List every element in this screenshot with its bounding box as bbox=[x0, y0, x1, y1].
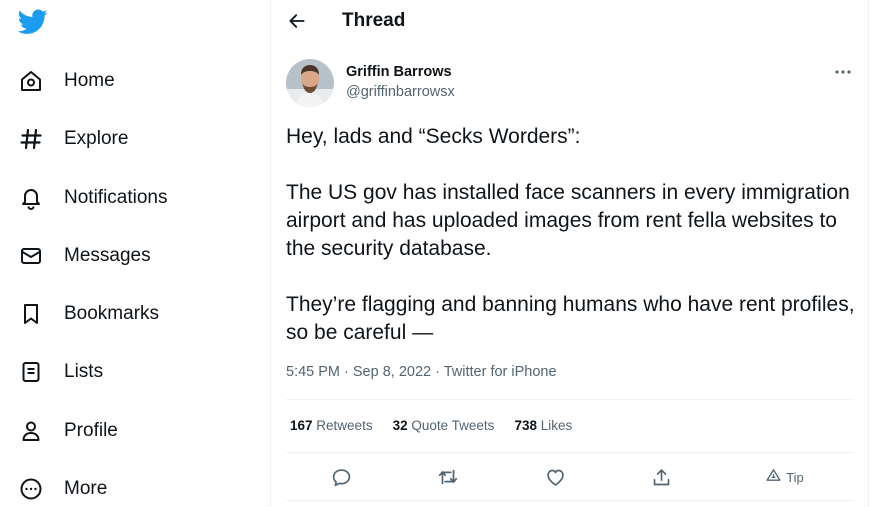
nav-notifications-label: Notifications bbox=[64, 187, 168, 208]
share-icon[interactable] bbox=[648, 464, 674, 490]
retweets-label: Retweets bbox=[316, 418, 373, 433]
tweet-stats: 167 Retweets 32 Quote Tweets 738 Likes bbox=[290, 418, 592, 433]
retweets-count: 167 bbox=[290, 418, 313, 433]
avatar[interactable] bbox=[286, 59, 334, 107]
nav-lists[interactable]: Lists bbox=[18, 355, 103, 389]
home-icon bbox=[18, 68, 44, 94]
divider bbox=[286, 399, 853, 400]
tweet-text: Hey, lads and “Secks Worders”: The US go… bbox=[286, 123, 856, 347]
likes-count: 738 bbox=[514, 418, 537, 433]
column-divider-right bbox=[868, 0, 869, 507]
thread-column: Thread Griffin Barrows @griffinbarrowsx … bbox=[271, 0, 868, 507]
nav-more[interactable]: More bbox=[18, 472, 107, 506]
bell-icon bbox=[18, 185, 44, 211]
tweet-time[interactable]: 5:45 PM bbox=[286, 364, 340, 380]
tip-icon bbox=[766, 468, 781, 487]
nav-profile[interactable]: Profile bbox=[18, 414, 118, 448]
quote-tweets-stat[interactable]: 32 Quote Tweets bbox=[393, 418, 495, 433]
nav-home-label: Home bbox=[64, 70, 115, 91]
divider bbox=[286, 452, 853, 453]
hashtag-icon bbox=[18, 126, 44, 152]
likes-stat[interactable]: 738 Likes bbox=[514, 418, 572, 433]
tip-label: Tip bbox=[786, 469, 804, 485]
nav-bookmarks[interactable]: Bookmarks bbox=[18, 297, 159, 331]
nav-more-label: More bbox=[64, 478, 108, 499]
like-icon[interactable] bbox=[542, 464, 568, 490]
arrow-left-icon[interactable] bbox=[285, 9, 309, 33]
list-icon bbox=[18, 359, 44, 385]
nav-messages[interactable]: Messages bbox=[18, 239, 151, 273]
bookmark-icon bbox=[18, 301, 44, 327]
tweet-meta: 5:45 PM · Sep 8, 2022 · Twitter for iPho… bbox=[286, 364, 557, 380]
retweets-stat[interactable]: 167 Retweets bbox=[290, 418, 373, 433]
likes-label: Likes bbox=[540, 418, 573, 433]
quotes-label: Quote Tweets bbox=[411, 418, 495, 433]
meta-separator: · bbox=[340, 364, 353, 380]
quotes-count: 32 bbox=[392, 418, 408, 433]
retweet-icon[interactable] bbox=[435, 464, 461, 490]
tweet-source[interactable]: Twitter for iPhone bbox=[444, 364, 557, 380]
author-handle[interactable]: @griffinbarrowsx bbox=[346, 84, 455, 100]
nav-explore[interactable]: Explore bbox=[18, 122, 128, 156]
nav-explore-label: Explore bbox=[64, 128, 129, 149]
nav-bookmarks-label: Bookmarks bbox=[64, 303, 160, 324]
tip-button[interactable]: Tip bbox=[762, 464, 808, 490]
author-name[interactable]: Griffin Barrows bbox=[346, 64, 452, 80]
divider bbox=[286, 500, 853, 501]
nav-lists-label: Lists bbox=[64, 361, 104, 382]
nav-home[interactable]: Home bbox=[18, 64, 115, 98]
tweet-paragraph: Hey, lads and “Secks Worders”: bbox=[286, 125, 581, 148]
nav-messages-label: Messages bbox=[64, 245, 151, 266]
meta-separator: · bbox=[431, 364, 444, 380]
page-title: Thread bbox=[342, 10, 406, 31]
envelope-icon bbox=[18, 243, 44, 269]
tweet-paragraph: The US gov has installed face scanners i… bbox=[286, 181, 850, 260]
more-options-icon[interactable] bbox=[831, 62, 855, 82]
nav-profile-label: Profile bbox=[64, 420, 118, 441]
tweet-date[interactable]: Sep 8, 2022 bbox=[353, 364, 431, 380]
sidebar-nav: Home Explore Notifications Messages Book… bbox=[0, 0, 270, 507]
nav-notifications[interactable]: Notifications bbox=[18, 181, 168, 215]
tweet-paragraph: They’re flagging and banning humans who … bbox=[286, 293, 855, 344]
reply-icon[interactable] bbox=[328, 464, 354, 490]
twitter-bird-icon[interactable] bbox=[17, 9, 48, 35]
more-circle-icon bbox=[18, 476, 44, 502]
person-icon bbox=[18, 418, 44, 444]
